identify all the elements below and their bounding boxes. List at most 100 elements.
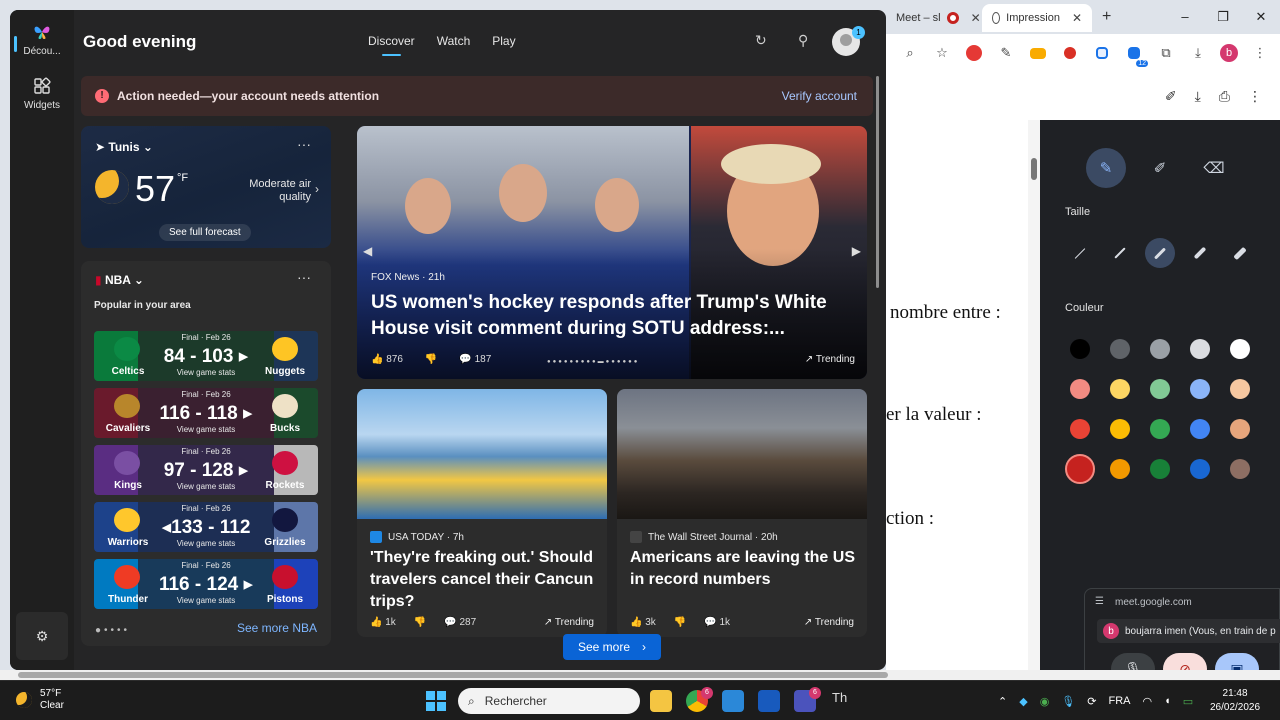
taskbar-search[interactable]: ⌕ Rechercher <box>458 688 640 714</box>
see-more-nba-link[interactable]: See more NBA <box>237 621 317 635</box>
tab-watch[interactable]: Watch <box>437 34 471 48</box>
pen-icon[interactable]: ✎ <box>1086 148 1126 188</box>
game-stats-link[interactable]: View game stats <box>94 539 318 548</box>
taskbar-weather[interactable]: 57°F Clear <box>16 688 64 712</box>
volume-icon[interactable]: ◖ <box>1164 695 1171 707</box>
start-button[interactable] <box>426 691 446 711</box>
maximize-button[interactable]: ❐ <box>1204 0 1242 34</box>
settings-button[interactable]: ⚙ <box>16 612 68 660</box>
stroke-size-option[interactable] <box>1065 238 1095 268</box>
th-icon[interactable]: Th <box>832 690 854 712</box>
color-swatch[interactable] <box>1150 419 1170 439</box>
game-stats-link[interactable]: View game stats <box>94 368 318 377</box>
stroke-size-option[interactable] <box>1105 238 1135 268</box>
widgets-scrollbar[interactable] <box>876 76 879 288</box>
game-row[interactable]: Warriors Grizzlies Final · Feb 26 ◂133 - 11… <box>94 502 318 552</box>
horizontal-scrollbar[interactable] <box>0 670 1280 680</box>
tab-impression[interactable]: Impression ✕ <box>982 4 1092 32</box>
close-window-button[interactable]: ✕ <box>1242 0 1280 34</box>
word-icon[interactable] <box>758 690 780 712</box>
menu-icon[interactable]: ⋮ <box>1250 43 1270 63</box>
color-swatch[interactable] <box>1150 459 1170 479</box>
puzzle-icon[interactable]: ⧉ <box>1156 43 1176 63</box>
store-icon[interactable] <box>722 690 744 712</box>
color-swatch[interactable] <box>1110 419 1130 439</box>
article-title[interactable]: US women's hockey responds after Trump's… <box>371 290 857 342</box>
extension-red-icon[interactable] <box>964 43 984 63</box>
mic-icon[interactable]: 🎙 <box>1061 695 1075 708</box>
color-swatch[interactable] <box>1190 459 1210 479</box>
comment-button[interactable]: 💬 1k <box>704 617 730 628</box>
star-icon[interactable]: ☆ <box>932 43 952 63</box>
eraser-icon[interactable]: ⌫ <box>1194 148 1234 188</box>
article-title[interactable]: 'They're freaking out.' Should travelers… <box>370 547 598 613</box>
rail-discover[interactable]: Décou... <box>10 22 74 57</box>
chevron-up-icon[interactable]: ⌃ <box>998 695 1007 708</box>
scroll-thumb[interactable] <box>1031 158 1037 180</box>
color-swatch[interactable] <box>1150 339 1170 359</box>
like-button[interactable]: 👍 876 <box>371 354 403 365</box>
game-row[interactable]: Kings Rockets Final · Feb 26 97 - 128 ▸ View… <box>94 445 318 495</box>
app-tray-icon[interactable]: ◆ <box>1019 695 1027 708</box>
color-swatch[interactable] <box>1190 379 1210 399</box>
color-swatch[interactable] <box>1150 379 1170 399</box>
tab-discover[interactable]: Discover <box>368 34 415 56</box>
game-row[interactable]: Cavaliers Bucks Final · Feb 26 116 - 118 ▸ V… <box>94 388 318 438</box>
stroke-size-option[interactable] <box>1225 238 1255 268</box>
battery-icon[interactable]: ▭ <box>1183 695 1193 708</box>
extension-badge-icon[interactable] <box>1060 43 1080 63</box>
refresh-icon[interactable]: ↻ <box>755 32 767 49</box>
weather-card[interactable]: ➤ Tunis ⌄ ··· 57 °F Moderate air quality… <box>81 126 331 248</box>
download-icon[interactable]: ⤓ <box>1195 88 1201 105</box>
color-swatch[interactable] <box>1190 419 1210 439</box>
pin-icon[interactable]: ⚲ <box>798 32 808 49</box>
more-options-icon[interactable]: ··· <box>297 269 311 285</box>
more-options-icon[interactable]: ··· <box>297 136 311 152</box>
dislike-icon[interactable]: 👎 <box>674 617 686 628</box>
stroke-size-option[interactable] <box>1145 238 1175 268</box>
download-icon[interactable]: ⤓ <box>1188 43 1208 63</box>
zoom-icon[interactable]: ⌕ <box>900 43 920 63</box>
color-swatch[interactable] <box>1110 339 1130 359</box>
stroke-size-option[interactable] <box>1185 238 1215 268</box>
extension-12-icon[interactable]: 12 <box>1124 43 1148 67</box>
close-icon[interactable]: ✕ <box>1072 11 1082 25</box>
plus-icon[interactable]: + <box>1102 8 1111 26</box>
file-explorer-icon[interactable] <box>650 690 672 712</box>
color-swatch[interactable] <box>1230 419 1250 439</box>
comment-button[interactable]: 💬 287 <box>444 617 476 628</box>
update-icon[interactable]: ⟳ <box>1087 695 1096 708</box>
carousel-dots[interactable]: ●•••• <box>95 625 130 636</box>
color-swatch[interactable] <box>1110 459 1130 479</box>
tab-play[interactable]: Play <box>492 34 515 48</box>
game-stats-link[interactable]: View game stats <box>94 482 318 491</box>
article-title[interactable]: Americans are leaving the US in record n… <box>630 547 858 591</box>
hero-article[interactable]: ◀ ▶ FOX News · 21h US women's hockey res… <box>357 126 867 379</box>
color-swatch[interactable] <box>1070 339 1090 359</box>
color-swatch[interactable] <box>1230 339 1250 359</box>
color-swatch[interactable] <box>1070 379 1090 399</box>
weather-location[interactable]: ➤ Tunis ⌄ <box>95 140 153 154</box>
security-icon[interactable]: ◉ <box>1040 695 1050 708</box>
color-swatch[interactable] <box>1070 419 1090 439</box>
wifi-icon[interactable]: ◠ <box>1142 695 1152 708</box>
extension-blue-icon[interactable] <box>1092 43 1112 63</box>
air-quality[interactable]: Moderate air quality <box>231 178 311 204</box>
dislike-icon[interactable]: 👎 <box>414 617 426 628</box>
extension-folder-icon[interactable] <box>1028 43 1048 63</box>
article-card[interactable]: USA TODAY · 7h 'They're freaking out.' S… <box>357 389 607 637</box>
more-icon[interactable]: ⋮ <box>1248 88 1262 105</box>
language-indicator[interactable]: FRA <box>1108 695 1130 707</box>
full-forecast-button[interactable]: See full forecast <box>159 224 251 241</box>
print-icon[interactable]: ⎙ <box>1219 88 1230 105</box>
close-icon[interactable]: ✕ <box>971 11 981 25</box>
color-swatch[interactable] <box>1065 454 1095 484</box>
clock[interactable]: 21:48 26/02/2026 <box>1210 687 1260 715</box>
article-card[interactable]: The Wall Street Journal · 20h Americans … <box>617 389 867 637</box>
comment-button[interactable]: 💬 187 <box>459 354 491 365</box>
minimize-button[interactable]: – <box>1166 0 1204 34</box>
color-swatch[interactable] <box>1110 379 1130 399</box>
color-swatch[interactable] <box>1230 459 1250 479</box>
add-annotation-icon[interactable]: ✐ <box>1165 88 1177 105</box>
game-stats-link[interactable]: View game stats <box>94 596 318 605</box>
